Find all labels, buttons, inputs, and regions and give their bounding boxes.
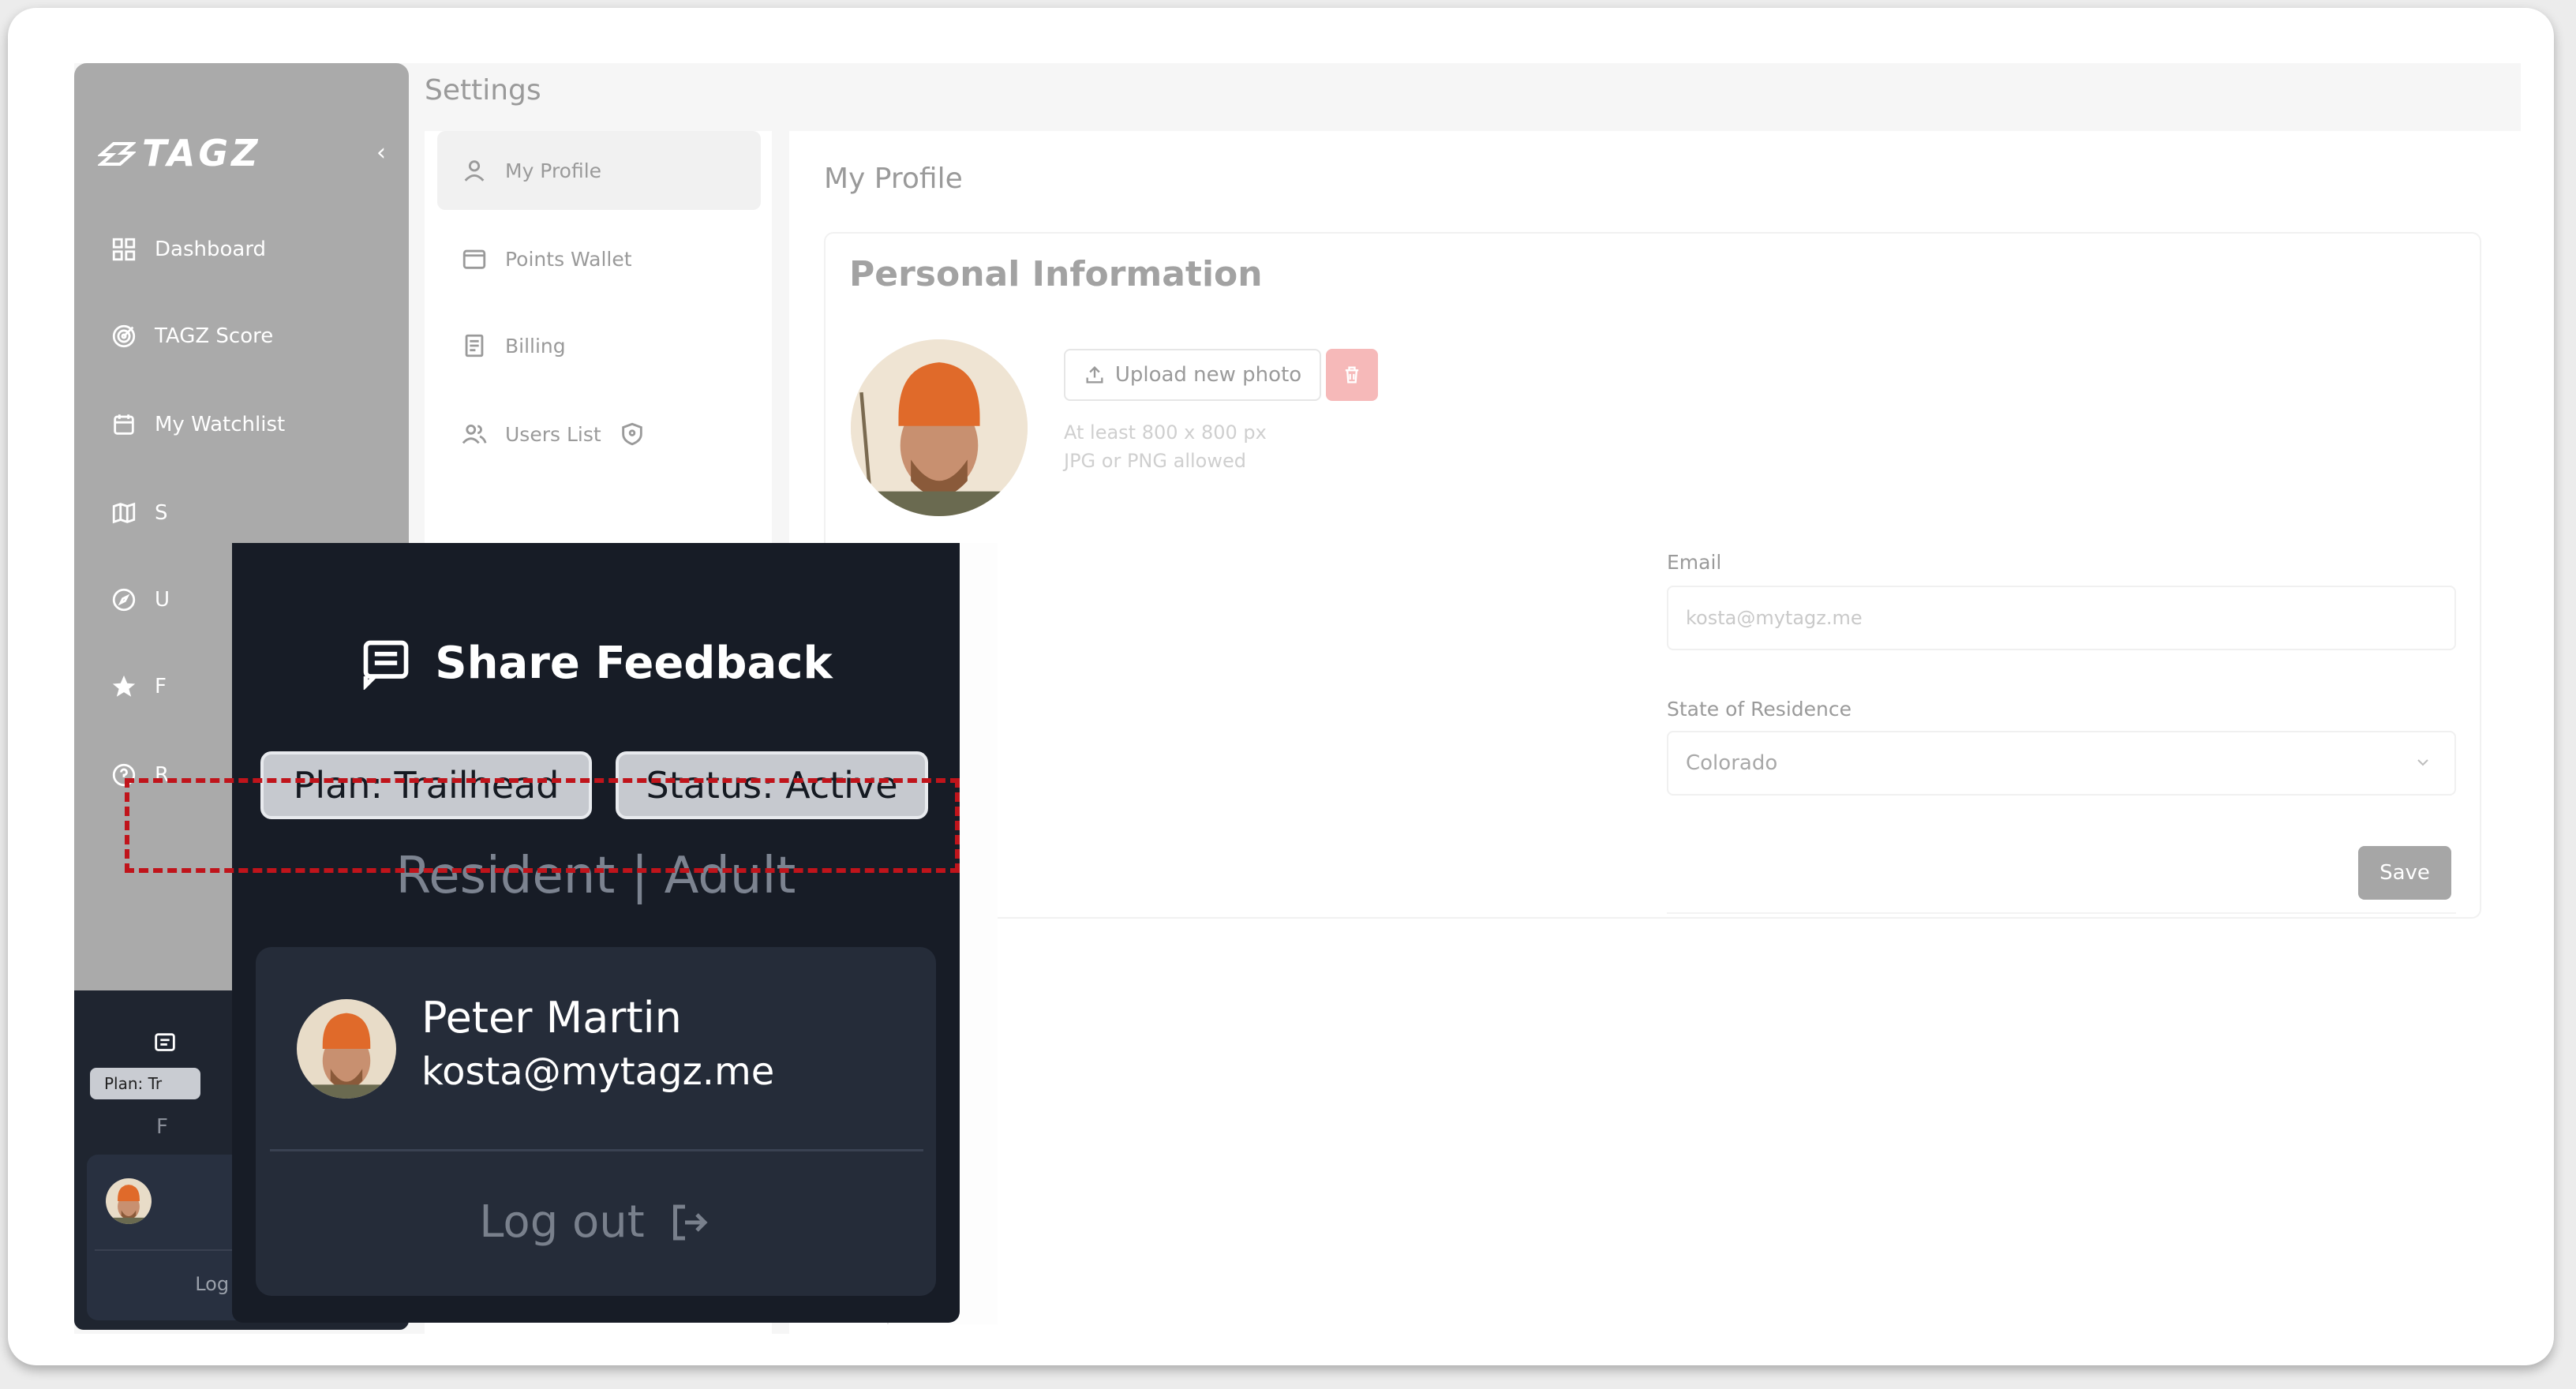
sidebar-item-watchlist[interactable]: My Watchlist [95, 393, 395, 456]
logout-label: Log out [479, 1196, 645, 1248]
subnav-label: Points Wallet [505, 247, 632, 271]
subnav-label: Users List [505, 422, 601, 446]
delete-photo-button[interactable] [1326, 349, 1378, 401]
divider [1667, 912, 2456, 914]
photo-size-hint: At least 800 x 800 px [1064, 421, 1267, 444]
logout-button[interactable]: Log out [256, 1196, 936, 1248]
upload-icon [1086, 366, 1103, 384]
zoom-callout: Share Feedback Plan: Trailhead Status: A… [232, 543, 960, 1323]
save-button[interactable]: Save [2358, 846, 2451, 900]
user-icon [464, 160, 485, 182]
subnav-item-points-wallet[interactable]: Points Wallet [437, 219, 761, 298]
share-feedback-button[interactable]: Share Feedback [232, 636, 960, 690]
page-title: Settings [425, 74, 541, 107]
shield-icon [621, 422, 642, 446]
feedback-icon [363, 640, 409, 690]
tagz-logo-mark-icon [98, 142, 136, 166]
state-label: State of Residence [1667, 698, 1852, 721]
sidebar-item-s[interactable]: S [95, 481, 395, 545]
state-select[interactable]: Colorado [1667, 731, 2456, 796]
logo-text: TAGZ [142, 132, 261, 174]
highlight-box [125, 778, 960, 873]
plan-badge: Plan: Tr [90, 1068, 200, 1099]
sidebar-item-label: TAGZ Score [155, 324, 274, 348]
calendar-icon [114, 414, 134, 435]
subnav-label: My Profile [505, 159, 602, 182]
personal-info-card: Personal Information Upload new photo At… [824, 232, 2481, 919]
sidebar-item-dashboard[interactable]: Dashboard [95, 218, 395, 281]
state-value: Colorado [1686, 751, 1778, 775]
document-icon [465, 334, 484, 358]
screenshot-frame: TAGZ ‹ Dashboard TAGZ Score My Watchlist… [8, 8, 2554, 1365]
subnav-item-billing[interactable]: Billing [437, 306, 761, 385]
section-title: My Profile [824, 163, 963, 195]
email-value: kosta@mytagz.me [1686, 607, 1863, 629]
tagz-logo[interactable]: TAGZ [98, 129, 261, 177]
trash-icon [1345, 366, 1359, 384]
compass-icon [112, 588, 136, 612]
grid-icon [112, 238, 136, 261]
subnav-label: Billing [505, 334, 566, 358]
wallet-icon [462, 249, 486, 269]
upload-label: Upload new photo [1114, 363, 1302, 387]
divider [270, 1149, 923, 1151]
profile-photo [851, 339, 1028, 516]
chevron-down-icon [2417, 759, 2428, 766]
card-title: Personal Information [849, 254, 1263, 294]
email-label: Email [1667, 551, 1722, 574]
sidebar-item-tagz-score[interactable]: TAGZ Score [95, 305, 395, 368]
share-feedback-label: Share Feedback [435, 637, 833, 689]
user-card: Peter Martin kosta@mytagz.me Log out [256, 947, 936, 1296]
collapse-sidebar-icon[interactable]: ‹ [369, 137, 393, 169]
main-content: My Profile Personal Information Upload n… [789, 131, 2521, 1365]
avatar[interactable] [297, 999, 396, 1099]
sidebar-item-label: U [155, 588, 170, 612]
user-email: kosta@mytagz.me [421, 1050, 775, 1094]
user-name: Peter Martin [421, 993, 682, 1043]
map-icon [112, 502, 136, 524]
star-icon [112, 675, 136, 697]
sidebar-footer-text: F [156, 1115, 168, 1139]
sidebar-item-label: F [155, 675, 167, 698]
email-field[interactable]: kosta@mytagz.me [1667, 586, 2456, 650]
app-window: TAGZ ‹ Dashboard TAGZ Score My Watchlist… [74, 63, 2521, 1365]
users-icon [462, 424, 487, 444]
sidebar-item-label: My Watchlist [155, 413, 286, 436]
upload-photo-button[interactable]: Upload new photo [1064, 349, 1321, 401]
feedback-icon[interactable] [152, 1030, 178, 1057]
sidebar-item-label: S [155, 501, 168, 525]
subnav-item-my-profile[interactable]: My Profile [437, 131, 761, 210]
photo-format-hint: JPG or PNG allowed [1064, 450, 1246, 472]
sidebar-item-label: Dashboard [155, 238, 267, 261]
target-icon [112, 324, 136, 348]
avatar[interactable] [106, 1178, 152, 1224]
logout-icon [672, 1204, 708, 1240]
subnav-item-users-list[interactable]: Users List [437, 395, 761, 474]
